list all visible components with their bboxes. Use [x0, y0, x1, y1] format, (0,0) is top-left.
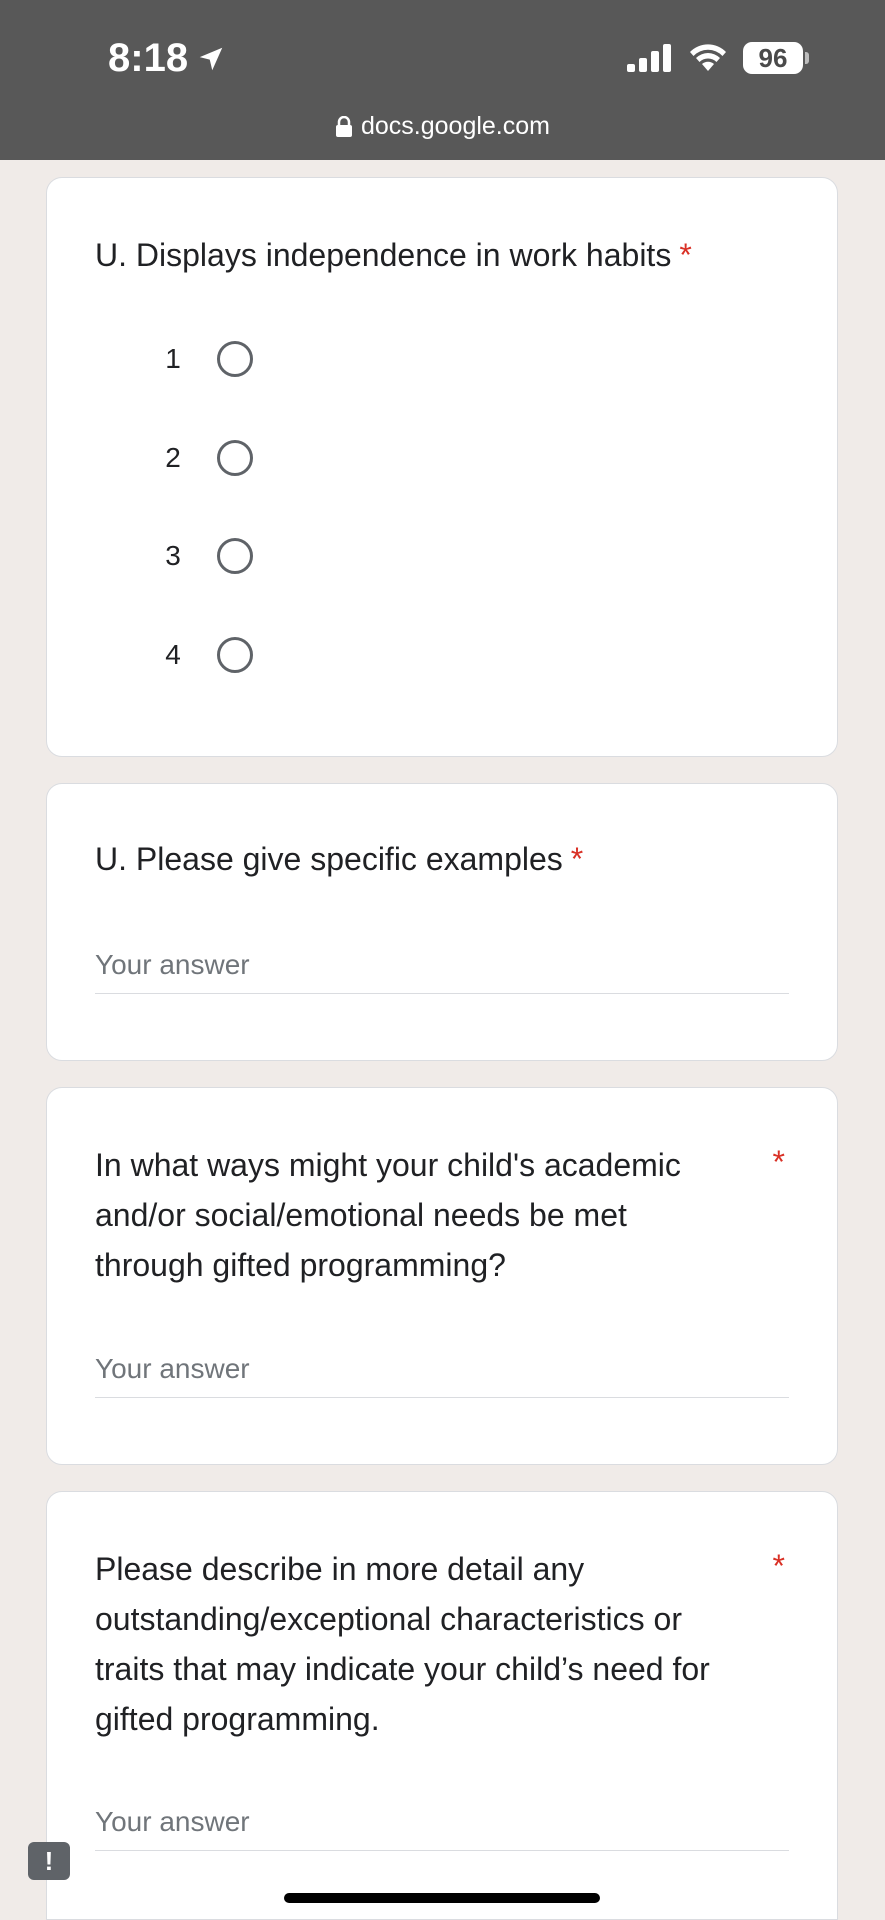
question-text-line: In what ways might your child's academic — [95, 1147, 681, 1183]
radio-option-4[interactable]: 4 — [163, 637, 253, 673]
location-arrow-icon — [199, 47, 223, 70]
question-text-line: outstanding/exceptional characteristics … — [95, 1601, 682, 1637]
radio-option-1[interactable]: 1 — [163, 341, 253, 377]
required-asterisk: * — [679, 237, 692, 273]
question-text-line: Please describe in more detail any — [95, 1551, 585, 1587]
radio-button[interactable] — [217, 637, 253, 673]
question-text-line: through gifted programming? — [95, 1247, 506, 1283]
required-asterisk: * — [570, 841, 584, 877]
answer-input[interactable] — [95, 1353, 789, 1398]
wifi-icon — [690, 44, 726, 71]
required-asterisk: * — [772, 1548, 785, 1584]
radio-button[interactable] — [217, 440, 253, 476]
question-text: U. Please give specific examples — [95, 841, 563, 877]
radio-label: 1 — [165, 343, 181, 374]
report-feedback-icon[interactable]: ! — [28, 1842, 70, 1880]
question-card-work-habits: U. Displays independence in work habits *… — [46, 177, 838, 757]
answer-input[interactable] — [95, 1806, 789, 1851]
question-text-line: traits that may indicate your child’s ne… — [95, 1651, 710, 1687]
address-bar[interactable]: docs.google.com — [0, 112, 885, 141]
question-text-line: and/or social/emotional needs be met — [95, 1197, 627, 1233]
browser-top-bar: 8:18 96 docs.google.com — [0, 0, 885, 160]
battery-level: 96 — [743, 42, 803, 74]
lock-icon — [335, 115, 352, 137]
time-text: 8:18 — [108, 36, 189, 80]
battery-tip — [805, 52, 809, 64]
status-indicators: 96 — [627, 42, 809, 74]
status-time: 8:18 — [108, 36, 226, 81]
radio-button[interactable] — [217, 341, 253, 377]
question-title: In what ways might your child's academic… — [95, 1140, 681, 1290]
question-text: U. Displays independence in work habits — [95, 237, 672, 273]
answer-input[interactable] — [95, 949, 789, 994]
question-title: Please describe in more detail any outst… — [95, 1544, 710, 1744]
battery-indicator: 96 — [743, 42, 809, 74]
question-text-line: gifted programming. — [95, 1701, 380, 1737]
radio-label: 2 — [165, 442, 181, 473]
cellular-signal-icon — [627, 44, 671, 72]
radio-option-3[interactable]: 3 — [163, 538, 253, 574]
url-text: docs.google.com — [360, 112, 550, 140]
question-card-examples: U. Please give specific examples * — [46, 783, 838, 1061]
question-card-characteristics: Please describe in more detail any outst… — [46, 1491, 838, 1920]
radio-button[interactable] — [217, 538, 253, 574]
question-card-academic-needs: In what ways might your child's academic… — [46, 1087, 838, 1465]
radio-label: 4 — [165, 639, 181, 670]
feedback-glyph: ! — [44, 1845, 54, 1876]
radio-label: 3 — [165, 540, 181, 571]
question-title: U. Displays independence in work habits * — [95, 230, 692, 280]
radio-option-2[interactable]: 2 — [163, 440, 253, 476]
question-title: U. Please give specific examples * — [95, 834, 583, 884]
home-indicator[interactable] — [284, 1893, 600, 1903]
required-asterisk: * — [772, 1144, 785, 1180]
